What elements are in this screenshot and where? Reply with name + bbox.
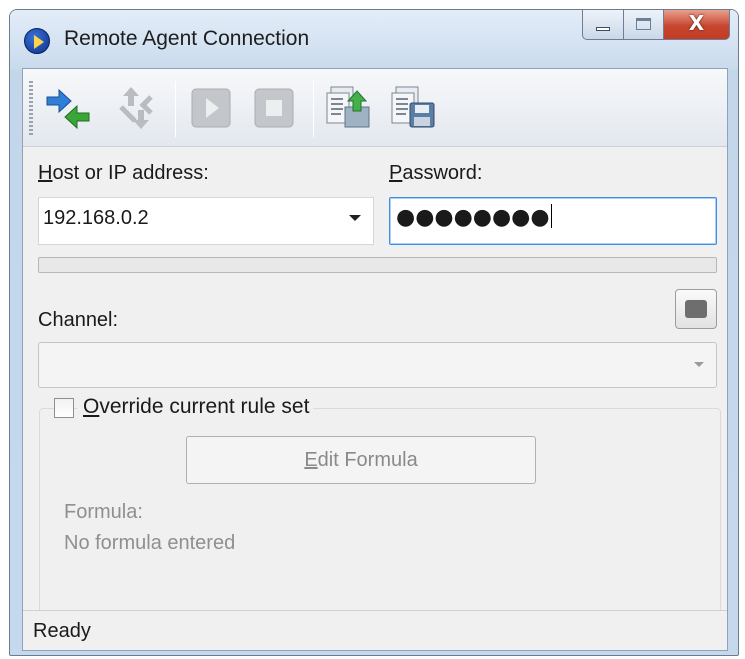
window-controls: X <box>582 10 730 40</box>
host-label: Host or IP address: <box>38 162 209 185</box>
status-text: Ready <box>33 620 91 642</box>
disconnect-icon <box>119 87 153 129</box>
stop-square-icon <box>685 300 707 318</box>
edit-formula-label: dit Formula <box>317 449 418 471</box>
edit-formula-accelerator: E <box>304 449 318 471</box>
import-icon <box>326 86 370 128</box>
minimize-icon <box>596 27 610 31</box>
password-mask: ●●●●●●●● <box>396 205 550 230</box>
password-label: Password: <box>389 162 482 185</box>
maximize-icon <box>636 18 651 30</box>
minimize-button[interactable] <box>582 10 624 40</box>
toolbar-separator <box>313 81 314 137</box>
save-button[interactable] <box>388 83 438 133</box>
import-button[interactable] <box>323 83 373 133</box>
channel-label: Channel: <box>38 309 119 331</box>
window-title: Remote Agent Connection <box>64 27 310 50</box>
override-checkbox[interactable] <box>54 398 74 418</box>
formula-value: No formula entered <box>64 532 236 554</box>
override-accelerator: O <box>83 395 100 418</box>
edit-formula-button[interactable]: Edit Formula <box>186 436 536 484</box>
close-button[interactable]: X <box>664 10 730 40</box>
disconnect-button[interactable] <box>111 83 161 133</box>
play-button[interactable] <box>186 83 236 133</box>
stop-button[interactable] <box>249 83 299 133</box>
chevron-down-icon[interactable] <box>694 362 704 367</box>
text-caret <box>550 204 552 228</box>
save-icon <box>391 86 435 128</box>
connect-button[interactable] <box>43 83 93 133</box>
password-field[interactable]: ●●●●●●●● <box>389 197 717 245</box>
host-input[interactable]: 192.168.0.2 <box>43 207 149 230</box>
host-label-accelerator: H <box>38 162 53 184</box>
play-icon <box>191 88 231 128</box>
connect-icon <box>46 88 90 130</box>
toolbar-separator <box>175 81 176 137</box>
toolbar-grip[interactable] <box>29 81 33 137</box>
formula-label: Formula: <box>64 501 143 523</box>
host-combobox[interactable]: 192.168.0.2 <box>38 197 374 245</box>
override-checkbox-label[interactable]: Override current rule set <box>77 395 314 419</box>
channel-stop-button[interactable] <box>675 289 717 329</box>
connection-progress-bar <box>38 257 717 273</box>
password-label-text: assword: <box>402 162 483 184</box>
password-label-accelerator: P <box>389 162 403 184</box>
override-label-text: verride current rule set <box>99 395 310 418</box>
client-area: Host or IP address: 192.168.0.2 Password… <box>22 68 728 651</box>
channel-combobox[interactable] <box>38 342 717 388</box>
status-bar: Ready <box>23 610 727 650</box>
app-icon <box>24 28 50 54</box>
chevron-down-icon[interactable] <box>349 215 361 221</box>
password-value: ●●●●●●●● <box>396 204 552 230</box>
maximize-button[interactable] <box>624 10 664 40</box>
remote-agent-window: Remote Agent Connection X Host or IP add… <box>9 9 739 656</box>
toolbar <box>23 69 727 147</box>
stop-icon <box>254 88 294 128</box>
title-bar[interactable]: Remote Agent Connection X <box>10 10 738 70</box>
host-label-text: ost or IP address: <box>52 162 209 184</box>
override-groupbox: Edit Formula Formula: No formula entered <box>39 408 721 614</box>
close-icon: X <box>688 11 705 35</box>
